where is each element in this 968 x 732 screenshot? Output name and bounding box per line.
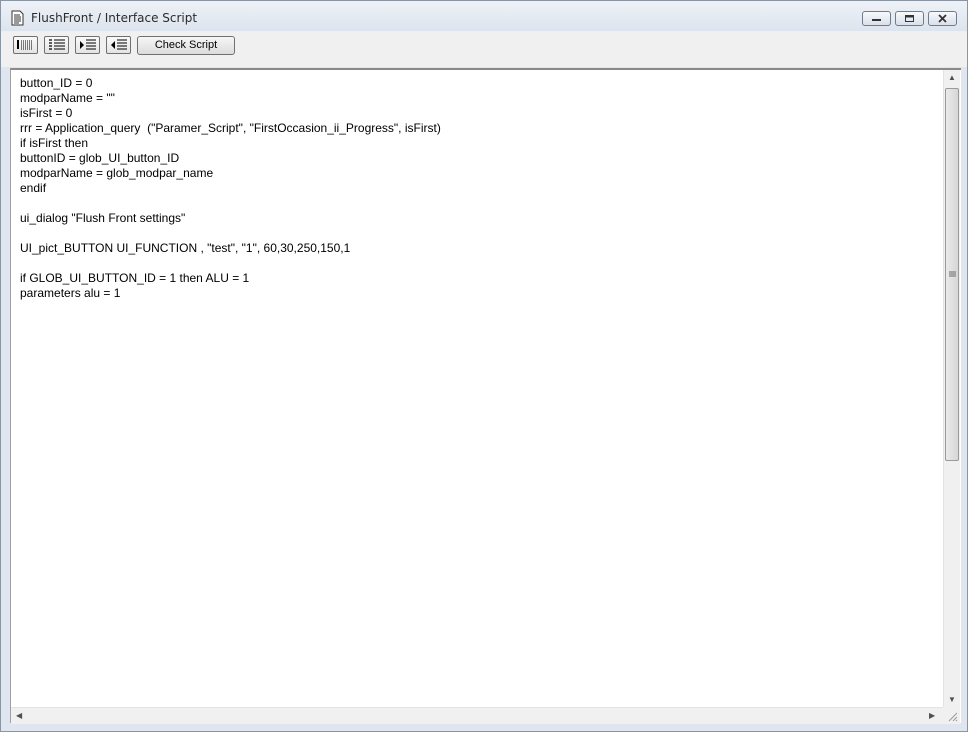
minimize-button[interactable] (862, 11, 891, 26)
indent-button[interactable] (75, 36, 100, 54)
scroll-down-icon[interactable]: ▼ (948, 695, 956, 704)
title-bar[interactable]: FlushFront / Interface Script (1, 1, 967, 31)
comment-lines-icon (17, 40, 33, 50)
numbered-list-icon (49, 39, 65, 50)
comment-lines-button[interactable] (13, 36, 38, 54)
window-title: FlushFront / Interface Script (31, 11, 198, 25)
horizontal-scrollbar[interactable]: ◀ ▶ (11, 707, 943, 724)
close-icon (938, 14, 947, 23)
script-editor-frame: button_ID = 0 modparName = "" isFirst = … (10, 68, 961, 724)
grip-icon (949, 271, 956, 277)
vertical-scroll-thumb[interactable] (945, 88, 959, 461)
resize-grip[interactable] (943, 707, 960, 724)
scroll-up-icon[interactable]: ▲ (948, 73, 956, 82)
toolbar: Check Script (1, 31, 967, 67)
indent-icon (80, 39, 96, 50)
outdent-button[interactable] (106, 36, 131, 54)
script-text[interactable]: button_ID = 0 modparName = "" isFirst = … (11, 70, 943, 301)
document-icon (11, 10, 24, 26)
check-script-button[interactable]: Check Script (137, 36, 235, 55)
resize-grip-icon (948, 712, 958, 722)
scroll-right-icon[interactable]: ▶ (929, 711, 935, 720)
maximize-icon (905, 15, 914, 22)
numbered-list-button[interactable] (44, 36, 69, 54)
scroll-left-icon[interactable]: ◀ (16, 711, 22, 720)
vertical-scrollbar[interactable]: ▲ ▼ (943, 70, 960, 707)
close-button[interactable] (928, 11, 957, 26)
restore-button[interactable] (895, 11, 924, 26)
script-window: FlushFront / Interface Script Check Scri… (0, 0, 968, 732)
minimize-icon (872, 19, 881, 21)
outdent-icon (111, 39, 127, 50)
script-editor[interactable]: button_ID = 0 modparName = "" isFirst = … (11, 70, 943, 707)
